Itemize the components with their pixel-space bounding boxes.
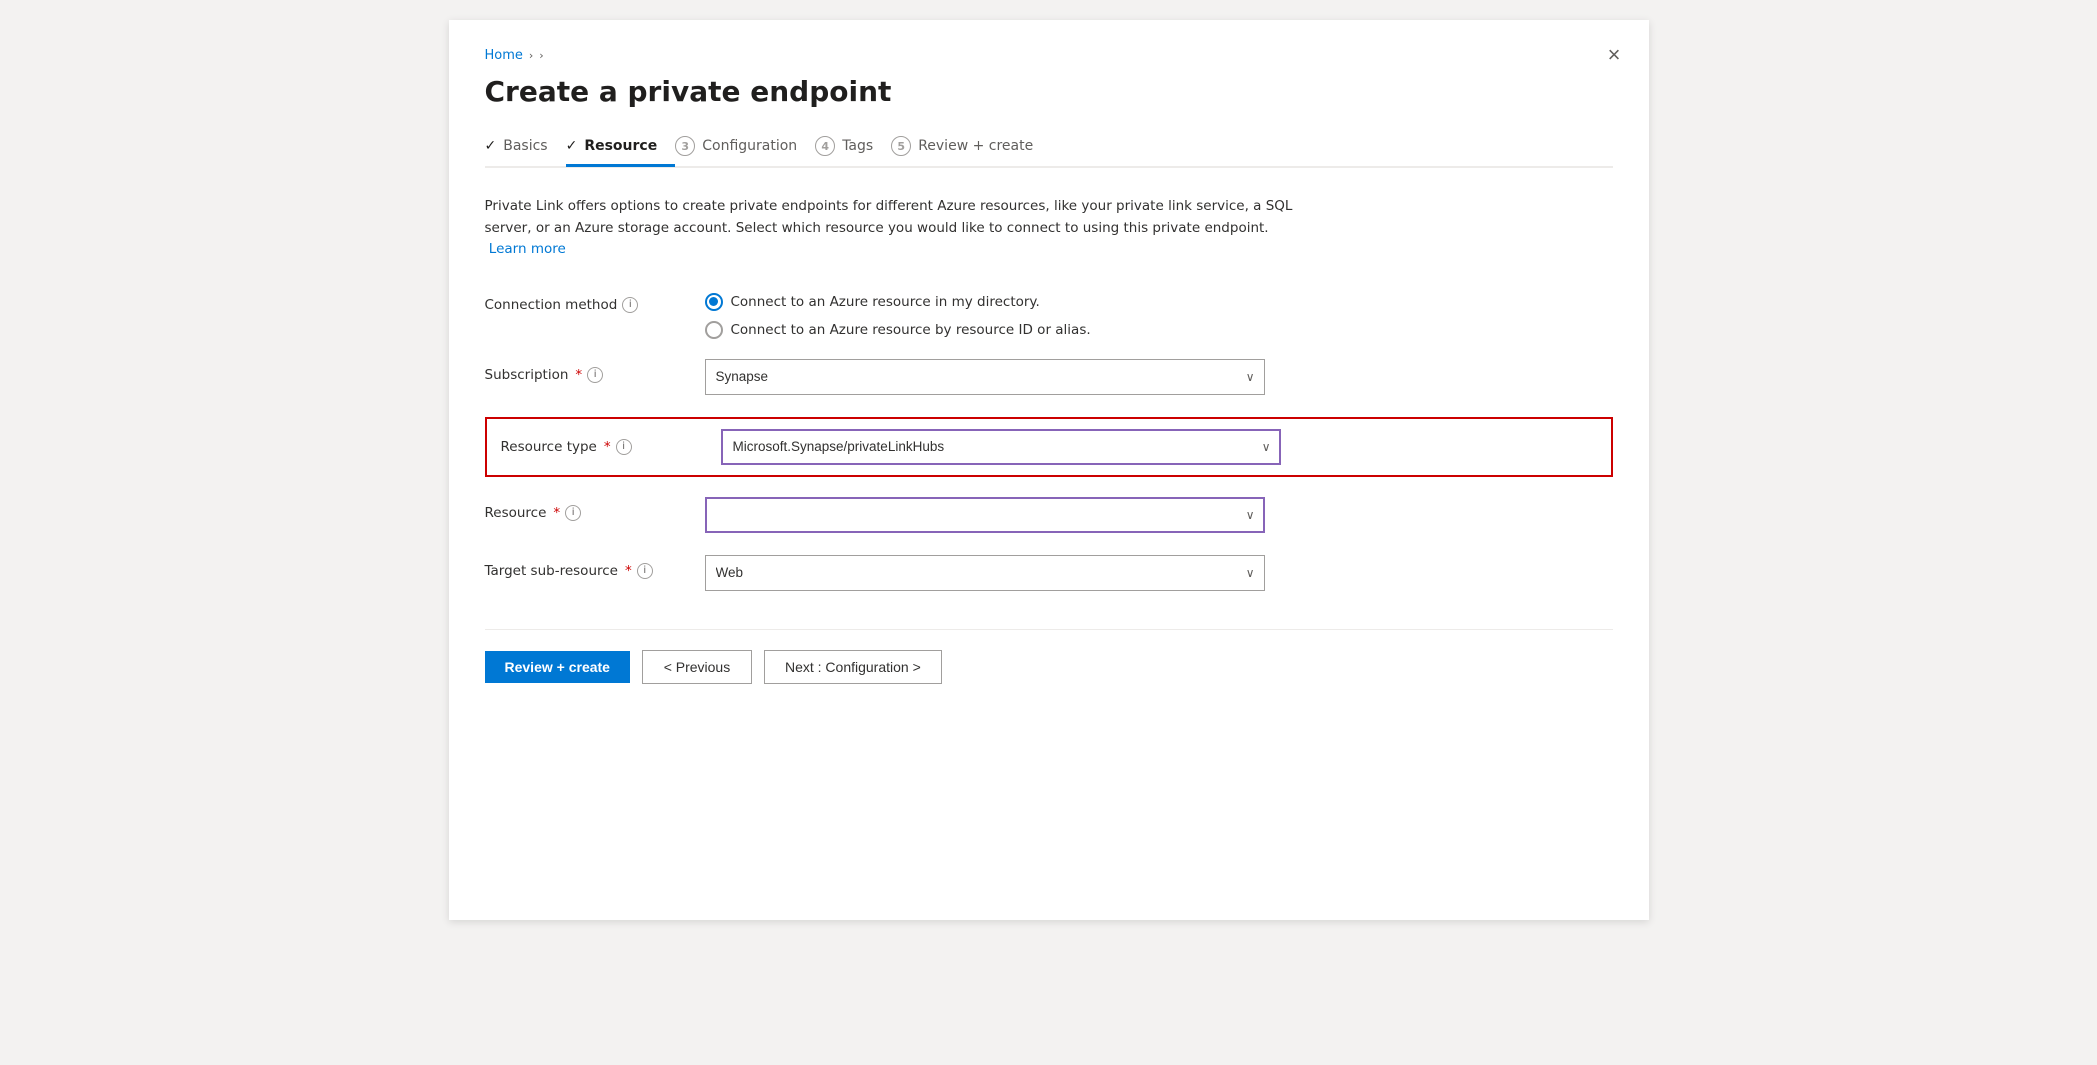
target-sub-resource-info-icon[interactable]: i — [637, 563, 653, 579]
subscription-select[interactable]: Synapse — [705, 359, 1265, 395]
subscription-control: Synapse ∨ — [705, 359, 1265, 395]
radio-directory-circle — [705, 293, 723, 311]
main-panel: Home › › Create a private endpoint × ✓ B… — [449, 20, 1649, 920]
subscription-select-wrapper: Synapse ∨ — [705, 359, 1265, 395]
page-title: Create a private endpoint — [485, 75, 1613, 108]
target-sub-resource-select-wrapper: Web ∨ — [705, 555, 1265, 591]
resource-info-icon[interactable]: i — [565, 505, 581, 521]
resource-type-info-icon[interactable]: i — [616, 439, 632, 455]
subscription-row: Subscription * i Synapse ∨ — [485, 359, 1613, 397]
tab-resource[interactable]: ✓ Resource — [566, 138, 676, 167]
connection-method-info-icon[interactable]: i — [622, 297, 638, 313]
next-button[interactable]: Next : Configuration > — [764, 650, 942, 684]
breadcrumb: Home › › — [485, 48, 1613, 63]
footer: Review + create < Previous Next : Config… — [485, 630, 1613, 708]
target-sub-resource-select[interactable]: Web — [705, 555, 1265, 591]
tags-num: 4 — [815, 136, 835, 156]
breadcrumb-home[interactable]: Home — [485, 48, 523, 63]
radio-group: Connect to an Azure resource in my direc… — [705, 289, 1265, 339]
tab-basics-label: Basics — [503, 138, 547, 154]
subscription-info-icon[interactable]: i — [587, 367, 603, 383]
resource-label: Resource * i — [485, 497, 705, 521]
target-sub-resource-label: Target sub-resource * i — [485, 555, 705, 579]
configuration-num: 3 — [675, 136, 695, 156]
steps-nav: ✓ Basics ✓ Resource 3 Configuration 4 Ta… — [485, 136, 1613, 168]
radio-directory[interactable]: Connect to an Azure resource in my direc… — [705, 293, 1265, 311]
subscription-required: * — [575, 367, 582, 383]
basics-check-icon: ✓ — [485, 138, 497, 154]
review-num: 5 — [891, 136, 911, 156]
radio-resourceid[interactable]: Connect to an Azure resource by resource… — [705, 321, 1265, 339]
tab-tags-label: Tags — [842, 138, 873, 154]
connection-method-label: Connection method i — [485, 289, 705, 313]
resource-check-icon: ✓ — [566, 138, 578, 154]
resource-required: * — [553, 505, 560, 521]
radio-resourceid-circle — [705, 321, 723, 339]
tab-review-label: Review + create — [918, 138, 1033, 154]
description-text: Private Link offers options to create pr… — [485, 196, 1305, 261]
breadcrumb-sep1: › — [529, 49, 533, 62]
radio-resourceid-label: Connect to an Azure resource by resource… — [731, 322, 1091, 338]
resource-type-control: Microsoft.Synapse/privateLinkHubs ∨ — [721, 429, 1281, 465]
target-sub-resource-control: Web ∨ — [705, 555, 1265, 591]
resource-type-required: * — [604, 439, 611, 455]
tab-basics[interactable]: ✓ Basics — [485, 138, 566, 164]
target-sub-resource-row: Target sub-resource * i Web ∨ — [485, 555, 1613, 593]
close-button[interactable]: × — [1608, 44, 1621, 66]
resource-form: Connection method i Connect to an Azure … — [485, 289, 1613, 593]
tab-resource-label: Resource — [584, 138, 657, 154]
resource-type-row: Resource type * i Microsoft.Synapse/priv… — [485, 417, 1613, 477]
resource-type-label: Resource type * i — [501, 439, 721, 455]
resource-control: ∨ — [705, 497, 1265, 533]
resource-type-select-wrapper: Microsoft.Synapse/privateLinkHubs ∨ — [721, 429, 1281, 465]
resource-select-wrapper: ∨ — [705, 497, 1265, 533]
review-create-button[interactable]: Review + create — [485, 651, 630, 683]
subscription-label: Subscription * i — [485, 359, 705, 383]
radio-directory-label: Connect to an Azure resource in my direc… — [731, 294, 1040, 310]
target-sub-resource-required: * — [625, 563, 632, 579]
tab-tags[interactable]: 4 Tags — [815, 136, 891, 166]
resource-row: Resource * i ∨ — [485, 497, 1613, 535]
previous-button[interactable]: < Previous — [642, 650, 752, 684]
tab-configuration[interactable]: 3 Configuration — [675, 136, 815, 166]
resource-select[interactable] — [705, 497, 1265, 533]
learn-more-link[interactable]: Learn more — [489, 241, 566, 257]
breadcrumb-sep2: › — [539, 49, 543, 62]
tab-configuration-label: Configuration — [702, 138, 797, 154]
connection-method-options: Connect to an Azure resource in my direc… — [705, 289, 1265, 339]
description-body: Private Link offers options to create pr… — [485, 198, 1293, 236]
connection-method-row: Connection method i Connect to an Azure … — [485, 289, 1613, 339]
tab-review[interactable]: 5 Review + create — [891, 136, 1051, 166]
resource-type-select[interactable]: Microsoft.Synapse/privateLinkHubs — [721, 429, 1281, 465]
